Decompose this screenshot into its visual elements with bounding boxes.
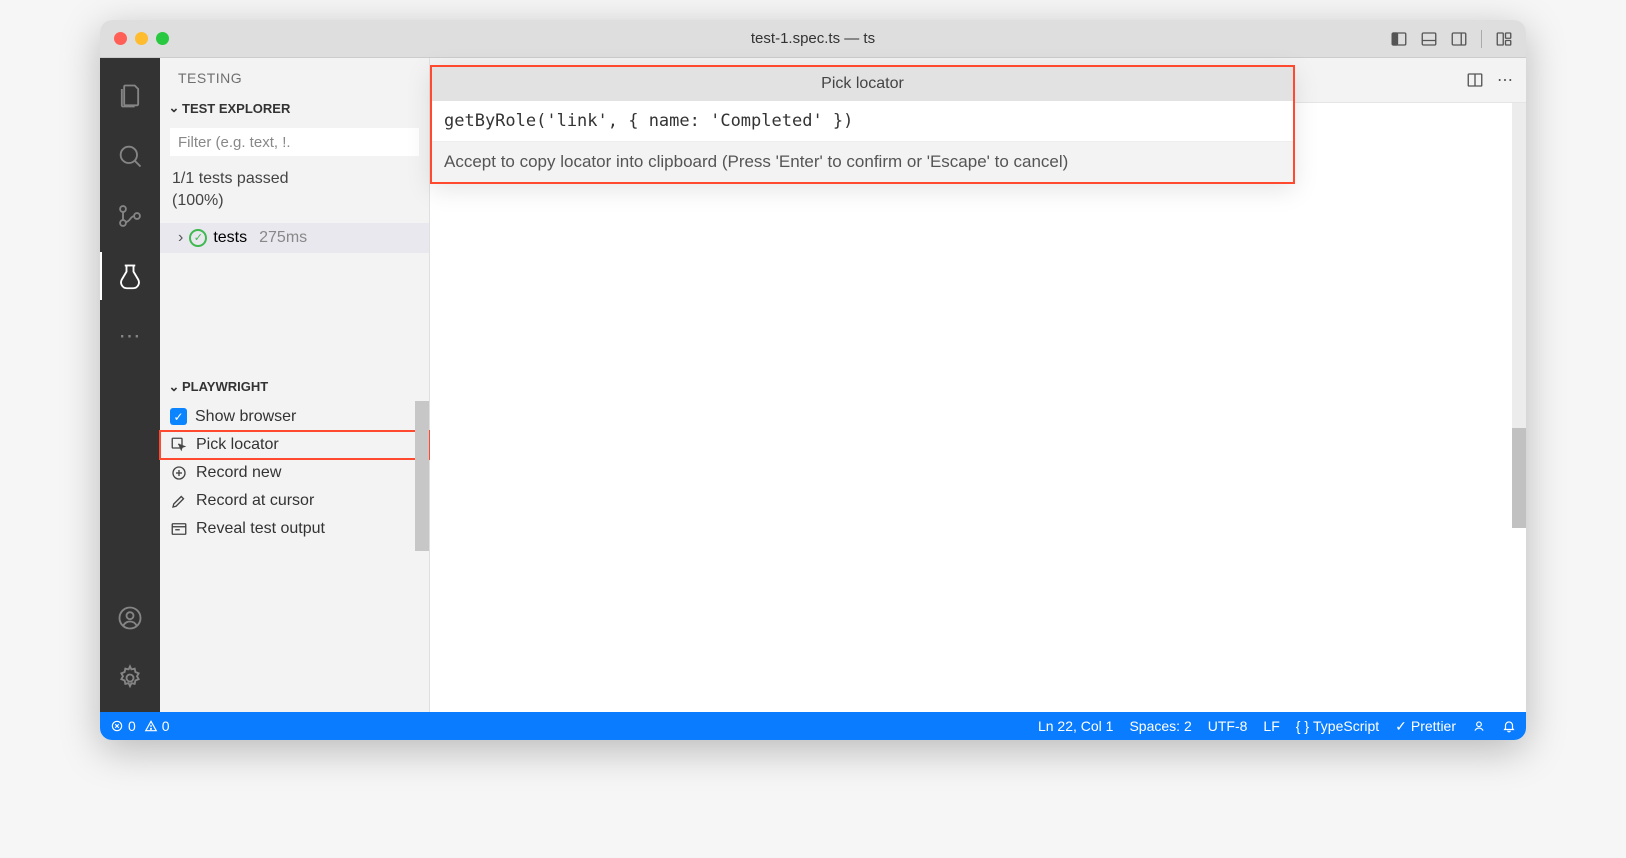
status-bell-icon[interactable] [1502,719,1516,733]
status-prettier-label: Prettier [1411,718,1456,734]
playwright-item-label: Pick locator [196,436,279,454]
plus-circle-icon [170,464,188,482]
status-encoding[interactable]: UTF-8 [1208,718,1248,734]
chevron-right-icon: › [178,229,183,247]
customize-layout-icon[interactable] [1492,27,1516,51]
sidebar-scrollbar-thumb[interactable] [415,401,429,551]
source-control-activity-icon[interactable] [100,186,160,246]
editor-body[interactable] [430,103,1526,712]
minimize-window-icon[interactable] [135,32,148,45]
accounts-activity-icon[interactable] [100,588,160,648]
playwright-record-at-cursor[interactable]: Record at cursor [160,487,429,515]
tests-status-line2: (100%) [172,190,417,212]
activity-bar: ⋯ [100,58,160,712]
status-warnings-count: 0 [162,718,170,734]
playwright-items: ✓ Show browser Pick locator Record new [160,401,429,551]
toggle-secondary-sidebar-icon[interactable] [1447,27,1471,51]
settings-activity-icon[interactable] [100,648,160,708]
quickinput-hint: Accept to copy locator into clipboard (P… [432,142,1293,182]
status-language-label: TypeScript [1313,718,1379,734]
activity-bar-bottom [100,588,160,712]
test-filter-input[interactable] [170,128,419,156]
status-feedback-icon[interactable] [1472,719,1486,733]
edit-icon [170,492,188,510]
more-activity-icon[interactable]: ⋯ [100,306,160,366]
test-explorer-label: TEST EXPLORER [182,101,290,116]
test-name: tests [213,229,247,247]
divider [1481,30,1482,48]
checkbox-checked-icon[interactable]: ✓ [170,408,187,425]
status-language[interactable]: { } TypeScript [1296,718,1379,734]
testing-sidebar: TESTING ⌄ TEST EXPLORER 1/1 tests passed… [160,58,430,712]
braces-icon: { } [1296,718,1309,734]
search-activity-icon[interactable] [100,126,160,186]
quickinput-value[interactable]: getByRole('link', { name: 'Completed' }) [432,101,1293,142]
titlebar: test-1.spec.ts — ts [100,20,1526,58]
test-tree-item[interactable]: › ✓ tests 275ms [160,223,429,253]
toggle-primary-sidebar-icon[interactable] [1387,27,1411,51]
playwright-label: PLAYWRIGHT [182,379,268,394]
traffic-lights [100,32,169,45]
split-editor-icon[interactable] [1464,69,1486,91]
chevron-down-icon: ⌄ [166,379,182,395]
chevron-down-icon: ⌄ [166,100,182,116]
more-actions-icon[interactable]: ⋯ [1494,69,1516,91]
playwright-pick-locator[interactable]: Pick locator [160,431,429,459]
playwright-header[interactable]: ⌄ PLAYWRIGHT [160,373,429,401]
terminal-icon [170,520,188,538]
maximize-window-icon[interactable] [156,32,169,45]
playwright-reveal-output[interactable]: Reveal test output [160,515,429,543]
inspect-icon [170,436,188,454]
check-icon: ✓ [1395,718,1407,735]
quickinput-title: Pick locator [432,67,1293,101]
status-errors[interactable]: 0 [110,718,136,734]
status-cursor[interactable]: Ln 22, Col 1 [1038,718,1114,734]
titlebar-layout-controls [1387,27,1516,51]
pass-icon: ✓ [189,229,207,247]
close-window-icon[interactable] [114,32,127,45]
status-errors-count: 0 [128,718,136,734]
playwright-item-label: Reveal test output [196,520,325,538]
toggle-panel-icon[interactable] [1417,27,1441,51]
playwright-item-label: Record new [196,464,281,482]
tests-status: 1/1 tests passed (100%) [160,162,429,223]
explorer-activity-icon[interactable] [100,66,160,126]
status-eol[interactable]: LF [1263,718,1279,734]
minimap[interactable] [1512,103,1526,468]
playwright-item-label: Show browser [195,408,296,426]
playwright-show-browser[interactable]: ✓ Show browser [160,403,429,431]
pick-locator-quickinput: Pick locator getByRole('link', { name: '… [430,65,1295,184]
scrollbar-thumb[interactable] [1512,428,1526,528]
test-duration: 275ms [259,229,307,247]
status-warnings[interactable]: 0 [144,718,170,734]
status-spaces[interactable]: Spaces: 2 [1129,718,1191,734]
status-prettier[interactable]: ✓ Prettier [1395,718,1456,735]
test-explorer-header[interactable]: ⌄ TEST EXPLORER [160,94,429,122]
testing-activity-icon[interactable] [100,246,160,306]
editor-actions: ⋯ [1464,69,1526,91]
tests-status-line1: 1/1 tests passed [172,168,417,190]
playwright-record-new[interactable]: Record new [160,459,429,487]
vscode-window: test-1.spec.ts — ts [100,20,1526,740]
playwright-item-label: Record at cursor [196,492,314,510]
sidebar-title: TESTING [160,58,429,94]
status-bar: 0 0 Ln 22, Col 1 Spaces: 2 UTF-8 LF { } … [100,712,1526,740]
window-title: test-1.spec.ts — ts [751,30,875,47]
